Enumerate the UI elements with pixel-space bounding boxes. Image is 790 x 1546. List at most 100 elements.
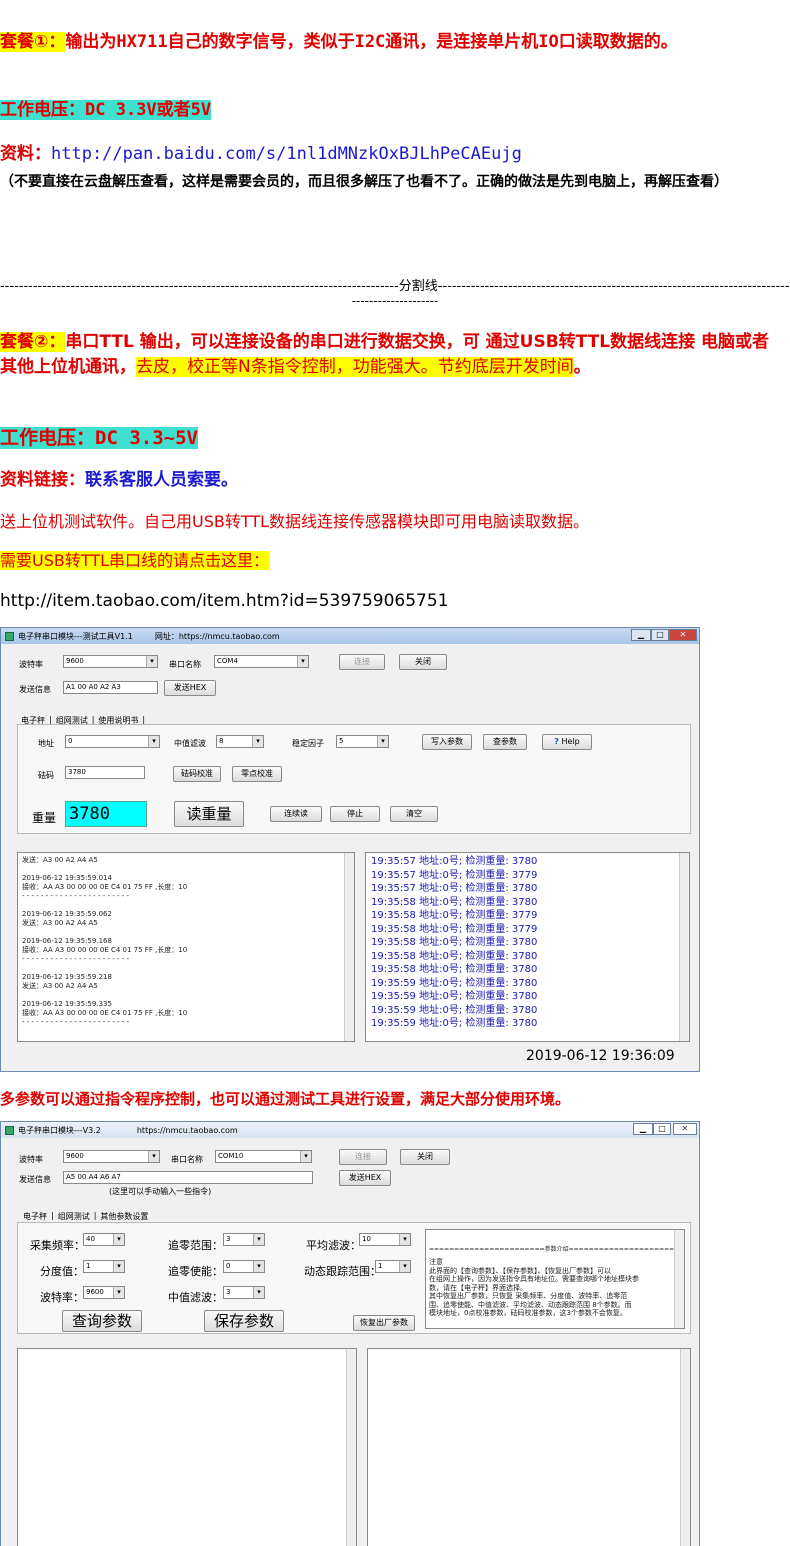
save-params-button[interactable]: 保存参数 xyxy=(204,1310,284,1332)
write-params-button[interactable]: 写入参数 xyxy=(422,734,472,750)
port-label-2: 串口名称 xyxy=(171,1155,203,1164)
send-input-2[interactable]: A5 00 A4 A6 A7 xyxy=(63,1171,313,1184)
avg-select[interactable]: 10 xyxy=(359,1233,411,1246)
addr-label: 地址 xyxy=(38,739,54,748)
package-1-description: 套餐①：输出为HX711自己的数字信号，类似于I2C通讯，是连接单片机IO口读取… xyxy=(0,30,785,55)
log-line: 2019-06-12 19:35:59.014 xyxy=(22,874,112,882)
param-info-box[interactable]: =======================参数介绍=============… xyxy=(425,1229,685,1329)
median-label-2: 中值滤波： xyxy=(168,1291,223,1304)
package-1-voltage: 工作电压：DC 3.3V或者5V xyxy=(0,98,212,123)
div-select[interactable]: 1 xyxy=(83,1260,125,1273)
median-select[interactable]: 8 xyxy=(216,735,264,748)
baud-select-2[interactable]: 9600 xyxy=(63,1150,160,1163)
package-2-highlight: 去皮，校正等N条指令控制，功能强大。节约底层开发时间 xyxy=(136,357,574,377)
median-select-2[interactable]: 3 xyxy=(223,1286,265,1299)
log-line: 发送：A3 00 A2 A4 A5 xyxy=(22,982,98,990)
zero-calibrate-button[interactable]: 零点校准 xyxy=(232,766,282,782)
record-line: 19:35:59 地址:0号; 检测重量: 3780 xyxy=(371,1018,538,1029)
record-box-2[interactable] xyxy=(367,1348,691,1546)
div-label: 分度值： xyxy=(40,1265,84,1278)
app-icon-2 xyxy=(5,1125,14,1135)
sample-select[interactable]: 40 xyxy=(83,1233,125,1246)
query-params-button[interactable]: 查询参数 xyxy=(62,1310,142,1332)
test-tool-window-v3: 电子秤串口模块---V3.2 https://nmcu.taobao.com ▁… xyxy=(0,1121,700,1546)
weight-label: 重量 xyxy=(32,811,57,825)
send-hex-button-2[interactable]: 发送HEX xyxy=(339,1170,391,1186)
tab-scale-2[interactable]: 电子秤 xyxy=(23,1211,47,1222)
package-1-data: 资料：http://pan.baidu.com/s/1nl1dMNzkOxBJL… xyxy=(0,142,522,167)
baidu-link[interactable]: http://pan.baidu.com/s/1nl1dMNzkOxBJLhPe… xyxy=(51,144,522,164)
log-line: 2019-06-12 19:35:59.062 xyxy=(22,910,112,918)
baud-select[interactable]: 9600 xyxy=(63,655,158,668)
info-line: 模块地址，0点校准参数，砝码校准参数，这3个参数不会恢复。 xyxy=(429,1309,627,1317)
help-label: Help xyxy=(561,737,580,746)
info-line: 其中恢复出厂参数，只恢复 采集频率、分度值、波特率、追零范 xyxy=(429,1292,628,1300)
maximize-icon-2[interactable]: □ xyxy=(653,1123,671,1135)
tab-other-params[interactable]: 其他参数设置 xyxy=(100,1211,148,1222)
clear-button[interactable]: 清空 xyxy=(390,806,438,822)
data-label-2: 资料链接： xyxy=(0,470,85,490)
record-lines: 19:35:57 地址:0号; 检测重量: 3780 19:35:57 地址:0号… xyxy=(366,853,689,1033)
log-box[interactable]: 发送：A3 00 A2 A4 A5 2019-06-12 19:35:59.01… xyxy=(17,852,355,1042)
tab-network-2[interactable]: 组网测试 xyxy=(58,1211,90,1222)
zero-range-label: 追零范围： xyxy=(168,1239,223,1252)
log-line: 接收：AA A3 00 00 00 0E C4 01 75 FF ,长度：10 xyxy=(22,1009,188,1017)
window-url: 网址：https://nmcu.taobao.com xyxy=(154,631,280,641)
divider-label: 分割线 xyxy=(398,279,438,294)
weight-display: 3780 xyxy=(65,801,147,827)
zero-enable-select[interactable]: 0 xyxy=(223,1260,265,1273)
help-button[interactable]: ? Help xyxy=(542,734,592,750)
log-scrollbar-2[interactable] xyxy=(346,1349,356,1546)
divider-line: ----------------------------------------… xyxy=(0,275,790,294)
addr-select[interactable]: 0 xyxy=(65,735,160,748)
minimize-icon[interactable]: ▁ xyxy=(631,629,651,641)
record-scrollbar[interactable] xyxy=(679,853,689,1041)
calibrate-button[interactable]: 砝码校准 xyxy=(173,766,221,782)
zero-range-select[interactable]: 3 xyxy=(223,1233,265,1246)
restore-factory-button[interactable]: 恢复出厂参数 xyxy=(353,1315,415,1331)
connect-button-2[interactable]: 连接 xyxy=(339,1149,387,1165)
maximize-icon[interactable]: □ xyxy=(651,629,669,641)
connect-button[interactable]: 连接 xyxy=(339,654,385,670)
send-hex-button[interactable]: 发送HEX xyxy=(164,680,216,696)
info-line: 在组网上操作，因为发送指令具有地址位。需要查询哪个地址模块参 xyxy=(429,1275,639,1283)
package-1-label: 套餐①： xyxy=(0,32,66,52)
test-tool-window-v1: 电子秤串口模块---测试工具V1.1 网址：https://nmcu.taoba… xyxy=(0,627,700,1072)
title-bar: 电子秤串口模块---测试工具V1.1 网址：https://nmcu.taoba… xyxy=(1,628,699,644)
voltage-1-text: 工作电压：DC 3.3V或者5V xyxy=(0,100,212,120)
record-scrollbar-2[interactable] xyxy=(680,1349,690,1546)
cable-link[interactable]: http://item.taobao.com/item.htm?id=53975… xyxy=(0,589,449,613)
weight-code-input[interactable]: 3780 xyxy=(65,766,145,779)
record-box[interactable]: 19:35:57 地址:0号; 检测重量: 3780 19:35:57 地址:0号… xyxy=(365,852,690,1042)
info-scrollbar[interactable] xyxy=(674,1230,684,1328)
log-line: 发送：A3 00 A2 A4 A5 xyxy=(22,856,98,864)
port-select[interactable]: COM4 xyxy=(214,655,309,668)
median-label: 中值滤波 xyxy=(174,739,206,748)
avg-label: 平均滤波： xyxy=(306,1239,361,1252)
package-2-data: 资料链接：联系客服人员索要。 xyxy=(0,468,238,493)
log-box-2[interactable] xyxy=(17,1348,357,1546)
stable-select[interactable]: 5 xyxy=(336,735,389,748)
read-weight-button[interactable]: 读重量 xyxy=(174,801,244,827)
port-select-2[interactable]: COM10 xyxy=(215,1150,312,1163)
log-line: 接收：AA A3 00 00 00 0E C4 01 75 FF ,长度：10 xyxy=(22,946,188,954)
record-line: 19:35:58 地址:0号; 检测重量: 3780 xyxy=(371,950,538,962)
log-scrollbar[interactable] xyxy=(344,853,354,1041)
read-params-button[interactable]: 查参数 xyxy=(483,734,527,750)
dyn-select[interactable]: 1 xyxy=(375,1260,411,1273)
baud-label: 波特率 xyxy=(19,660,43,669)
minimize-icon-2[interactable]: ▁ xyxy=(633,1123,653,1135)
send-input[interactable]: A1 00 A0 A2 A3 xyxy=(63,681,158,694)
close-icon[interactable]: ✕ xyxy=(669,629,697,641)
close-button[interactable]: 关闭 xyxy=(399,654,447,670)
close-icon-2[interactable]: ✕ xyxy=(673,1123,697,1135)
stop-button[interactable]: 停止 xyxy=(330,806,380,822)
baud2-select[interactable]: 9600 xyxy=(83,1286,125,1299)
stable-label: 稳定因子 xyxy=(292,739,324,748)
log-line: 2019-06-12 19:35:59.168 xyxy=(22,937,112,945)
zero-enable-label: 追零使能： xyxy=(168,1265,223,1278)
continuous-read-button[interactable]: 连续读 xyxy=(270,806,322,822)
close-button-2[interactable]: 关闭 xyxy=(400,1149,450,1165)
